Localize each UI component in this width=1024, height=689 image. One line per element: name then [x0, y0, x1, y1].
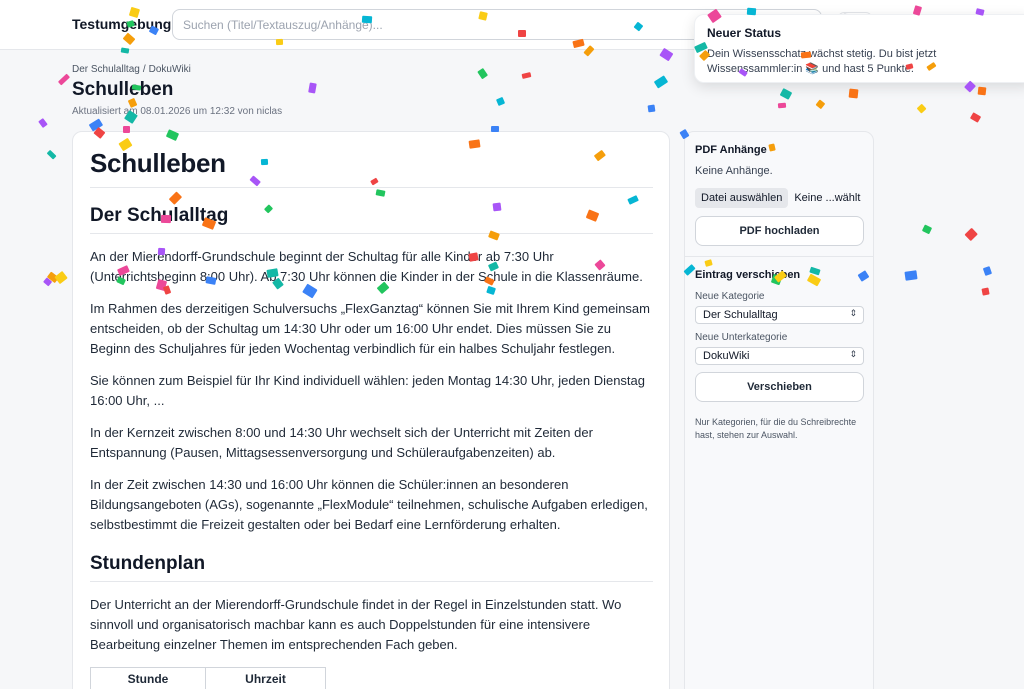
sidebar: PDF Anhänge Keine Anhänge. Datei auswähl…	[684, 131, 874, 689]
subcategory-select-value: DokuWiki	[703, 350, 750, 362]
confetti-piece	[653, 75, 668, 89]
breadcrumb-separator: /	[142, 64, 146, 75]
confetti-piece	[46, 150, 57, 160]
file-picker: Datei auswählen Keine ...wählt	[695, 188, 863, 208]
confetti-piece	[982, 265, 993, 277]
breadcrumb-category[interactable]: Der Schulalltag	[72, 64, 140, 75]
status-notification[interactable]: Neuer Status Dein Wissensschatz wächst s…	[694, 14, 1024, 83]
confetti-piece	[47, 271, 60, 283]
category-select[interactable]: Der Schulalltag ⇕	[695, 306, 864, 324]
brand-title[interactable]: Testumgebung	[72, 16, 171, 32]
subcategory-select[interactable]: DokuWiki ⇕	[695, 347, 864, 365]
confetti-piece	[922, 224, 933, 234]
section-heading-schulalltag: Der Schulalltag	[90, 205, 653, 234]
confetti-piece	[904, 270, 917, 282]
confetti-piece	[42, 276, 53, 287]
pdf-upload-button[interactable]: PDF hochladen	[695, 216, 864, 246]
category-label: Neue Kategorie	[695, 291, 765, 302]
page-title: Schulleben	[72, 79, 174, 100]
confetti-piece	[477, 67, 489, 79]
pdf-attachments-empty: Keine Anhänge.	[695, 165, 773, 177]
breadcrumb: Der Schulalltag / DokuWiki	[72, 64, 191, 75]
confetti-piece	[848, 89, 859, 100]
confetti-piece	[54, 270, 69, 284]
confetti-piece	[777, 103, 787, 109]
choose-file-button[interactable]: Datei auswählen	[695, 188, 789, 208]
section-heading-stundenplan: Stundenplan	[90, 553, 653, 582]
paragraph: An der Mierendorff-Grundschule beginnt d…	[90, 249, 643, 284]
schedule-table: Stunde Uhrzeit	[90, 667, 326, 689]
table-header-uhrzeit: Uhrzeit	[205, 667, 326, 689]
confetti-piece	[308, 82, 317, 94]
confetti-piece	[659, 48, 674, 62]
file-status: Keine ...wählt	[794, 192, 861, 204]
pdf-attachments-heading: PDF Anhänge	[695, 144, 767, 156]
confetti-piece	[963, 227, 978, 241]
confetti-piece	[916, 103, 927, 114]
confetti-piece	[57, 73, 70, 86]
category-select-value: Der Schulalltag	[703, 309, 778, 321]
paragraph: Im Rahmen des derzeitigen Schulversuchs …	[90, 301, 650, 356]
sidebar-divider	[685, 256, 873, 257]
move-entry-heading: Eintrag verschieben	[695, 269, 801, 281]
paragraph: In der Zeit zwischen 14:30 und 16:00 Uhr…	[90, 477, 648, 532]
confetti-piece	[647, 104, 656, 113]
article-heading: Schulleben	[90, 148, 653, 188]
paragraph: Sie können zum Beispiel für Ihr Kind ind…	[90, 373, 646, 408]
confetti-piece	[970, 112, 982, 123]
notification-title: Neuer Status	[707, 26, 782, 40]
confetti-piece	[38, 118, 48, 129]
chevron-updown-icon: ⇕	[849, 308, 857, 318]
move-note: Nur Kategorien, für die du Schreibrechte…	[695, 417, 857, 440]
paragraph: Der Unterricht an der Mierendorff-Grunds…	[90, 597, 622, 652]
confetti-piece	[977, 86, 986, 95]
confetti-piece	[496, 97, 506, 107]
subcategory-label: Neue Unterkategorie	[695, 332, 788, 343]
article-card: Schulleben Der Schulalltag An der Mieren…	[72, 131, 670, 689]
table-header-stunde: Stunde	[90, 667, 206, 689]
updated-info: Aktualisiert am 08.01.2026 um 12:32 von …	[72, 106, 283, 117]
table-header-row: Stunde Uhrzeit	[90, 667, 326, 689]
confetti-piece	[815, 99, 826, 110]
chevron-updown-icon: ⇕	[849, 349, 857, 359]
confetti-piece	[780, 87, 793, 100]
move-button[interactable]: Verschieben	[695, 372, 864, 402]
paragraph: In der Kernzeit zwischen 8:00 und 14:30 …	[90, 425, 593, 460]
confetti-piece	[521, 71, 532, 79]
confetti-piece	[981, 287, 990, 296]
breadcrumb-subcategory[interactable]: DokuWiki	[149, 64, 191, 75]
notification-body: Dein Wissensschatz wächst stetig. Du bis…	[707, 48, 937, 75]
